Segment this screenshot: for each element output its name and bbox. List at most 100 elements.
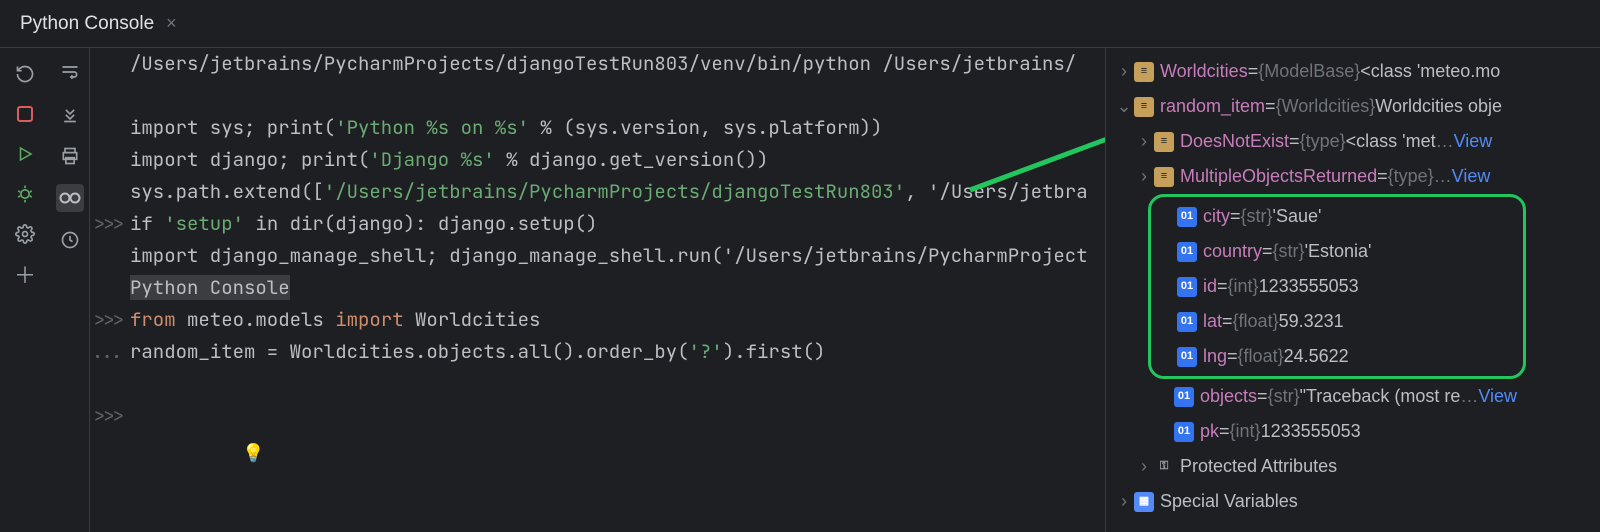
variable-type: {float}: [1233, 304, 1279, 339]
variable-row[interactable]: 01pk = {int} 1233555053: [1106, 414, 1600, 449]
chevron-right-icon[interactable]: ›: [1114, 484, 1134, 519]
view-link[interactable]: View: [1478, 379, 1517, 414]
variable-type: {float}: [1238, 339, 1284, 374]
variable-value: 1233555053: [1259, 269, 1359, 304]
field-icon: 01: [1177, 242, 1197, 262]
variable-name: id: [1203, 269, 1217, 304]
variable-row[interactable]: ›≡DoesNotExist = {type} <class 'met… Vie…: [1106, 124, 1600, 159]
variable-name: Worldcities: [1160, 54, 1248, 89]
variable-row[interactable]: ›⚿ Protected Attributes: [1106, 449, 1600, 484]
class-icon: ≡: [1134, 62, 1154, 82]
variable-type: {type}: [1388, 159, 1434, 194]
variable-type: {ModelBase}: [1258, 54, 1360, 89]
chevron-right-icon[interactable]: ›: [1134, 124, 1154, 159]
variable-row[interactable]: ⌄≡random_item = {Worldcities} Worldcitie…: [1106, 89, 1600, 124]
variable-type: {str}: [1241, 199, 1273, 234]
scroll-to-end-icon[interactable]: [56, 100, 84, 128]
variable-row[interactable]: ›≡Worldcities = {ModelBase} <class 'mete…: [1106, 54, 1600, 89]
variable-name: random_item: [1160, 89, 1265, 124]
special-icon: ▦: [1134, 492, 1154, 512]
console-line: Python Console: [90, 272, 1105, 304]
tab-python-console[interactable]: Python Console ×: [12, 0, 185, 47]
view-link[interactable]: View: [1454, 124, 1493, 159]
field-icon: 01: [1174, 422, 1194, 442]
rerun-icon[interactable]: [13, 62, 37, 86]
settings-icon[interactable]: [13, 222, 37, 246]
highlighted-fields: 01city = {str} 'Saue'01country = {str} '…: [1148, 194, 1526, 379]
stop-icon[interactable]: [13, 102, 37, 126]
variable-type: {type}: [1300, 124, 1346, 159]
variable-name: country: [1203, 234, 1262, 269]
console-line: ...random_item = Worldcities.objects.all…: [90, 336, 1105, 368]
secondary-toolbar: [50, 48, 90, 532]
variable-row[interactable]: ›▦ Special Variables: [1106, 484, 1600, 519]
tab-bar: Python Console ×: [0, 0, 1600, 48]
variable-row[interactable]: 01lat = {float} 59.3231: [1151, 304, 1517, 339]
console-line: >>>from meteo.models import Worldcities: [90, 304, 1105, 336]
variable-type: {int}: [1228, 269, 1259, 304]
close-icon[interactable]: ×: [166, 13, 177, 34]
console-line: import django_manage_shell; django_manag…: [90, 240, 1105, 272]
variable-name: lng: [1203, 339, 1227, 374]
chevron-down-icon[interactable]: ⌄: [1114, 89, 1134, 124]
field-icon: 01: [1177, 347, 1197, 367]
variable-row[interactable]: ›≡MultipleObjectsReturned = {type} … Vie…: [1106, 159, 1600, 194]
console-line: >>>if 'setup' in dir(django): django.set…: [90, 208, 1105, 240]
variable-name: city: [1203, 199, 1230, 234]
variable-name: lat: [1203, 304, 1222, 339]
primary-toolbar: ＋: [0, 48, 50, 532]
field-icon: 01: [1174, 387, 1194, 407]
variable-type: {str}: [1268, 379, 1300, 414]
field-icon: 01: [1177, 277, 1197, 297]
soft-wrap-icon[interactable]: [56, 58, 84, 86]
variable-type: {str}: [1273, 234, 1305, 269]
variables-pane[interactable]: ›≡Worldcities = {ModelBase} <class 'mete…: [1105, 48, 1600, 532]
print-icon[interactable]: [56, 142, 84, 170]
chevron-right-icon[interactable]: ›: [1134, 159, 1154, 194]
console-line: /Users/jetbrains/PycharmProjects/djangoT…: [90, 48, 1105, 80]
console-output[interactable]: /Users/jetbrains/PycharmProjects/djangoT…: [90, 48, 1105, 532]
key-icon: ⚿: [1154, 457, 1174, 477]
history-icon[interactable]: [56, 226, 84, 254]
chevron-right-icon[interactable]: ›: [1114, 54, 1134, 89]
field-icon: 01: [1177, 312, 1197, 332]
console-line: >>>: [90, 400, 1105, 432]
console-line: sys.path.extend(['/Users/jetbrains/Pycha…: [90, 176, 1105, 208]
lightbulb-icon[interactable]: 💡: [242, 438, 264, 470]
console-line: import django; print('Django %s' % djang…: [90, 144, 1105, 176]
variable-value: 59.3231: [1279, 304, 1344, 339]
variable-value: 'Estonia': [1305, 234, 1372, 269]
variable-name: pk: [1200, 414, 1219, 449]
variable-value: <class 'meteo.mo: [1360, 54, 1500, 89]
variable-row[interactable]: 01id = {int} 1233555053: [1151, 269, 1517, 304]
variable-name: MultipleObjectsReturned: [1180, 159, 1377, 194]
variable-value: 'Saue': [1273, 199, 1322, 234]
debug-icon[interactable]: [13, 182, 37, 206]
variable-row[interactable]: 01country = {str} 'Estonia': [1151, 234, 1517, 269]
variable-name: objects: [1200, 379, 1257, 414]
main-row: ＋ /Users/jetbrains/PycharmProjects/djang…: [0, 48, 1600, 532]
console-line: import sys; print('Python %s on %s' % (s…: [90, 112, 1105, 144]
variables-icon[interactable]: [56, 184, 84, 212]
run-icon[interactable]: [13, 142, 37, 166]
class-icon: ≡: [1154, 132, 1174, 152]
variable-label: Special Variables: [1160, 484, 1298, 519]
class-icon: ≡: [1134, 97, 1154, 117]
variable-type: {int}: [1230, 414, 1261, 449]
variable-type: {Worldcities}: [1276, 89, 1376, 124]
variable-value: 24.5622: [1284, 339, 1349, 374]
variable-row[interactable]: 01city = {str} 'Saue': [1151, 199, 1517, 234]
add-icon[interactable]: ＋: [13, 262, 37, 286]
variable-value: Worldcities obje: [1375, 89, 1502, 124]
variable-row[interactable]: 01lng = {float} 24.5622: [1151, 339, 1517, 374]
console-line: [90, 368, 1105, 400]
variable-row[interactable]: 01objects = {str} "Traceback (most re… V…: [1106, 379, 1600, 414]
view-link[interactable]: View: [1452, 159, 1491, 194]
variable-name: DoesNotExist: [1180, 124, 1289, 159]
tab-title: Python Console: [20, 13, 154, 35]
console-line: [90, 80, 1105, 112]
variable-label: Protected Attributes: [1180, 449, 1337, 484]
chevron-right-icon[interactable]: ›: [1134, 449, 1154, 484]
variable-value: "Traceback (most re: [1300, 379, 1461, 414]
variable-value: <class 'met: [1346, 124, 1436, 159]
